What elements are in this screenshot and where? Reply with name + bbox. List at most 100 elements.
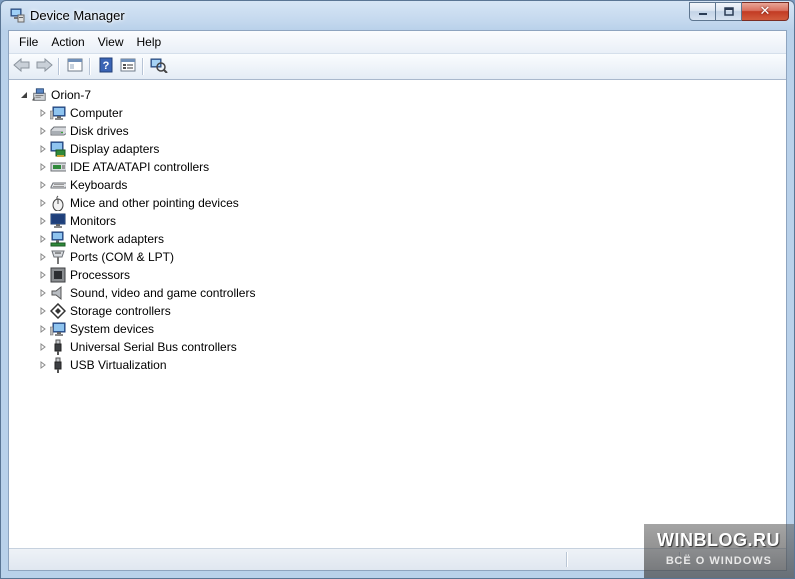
- sound-icon: [50, 285, 66, 301]
- show-hide-console-tree-button[interactable]: [65, 57, 85, 75]
- forward-button[interactable]: [34, 57, 54, 75]
- tree-node-label: USB Virtualization: [70, 358, 167, 372]
- system-devices-icon: [50, 321, 66, 337]
- tree-node-network-adapters[interactable]: Network adapters: [38, 230, 164, 248]
- tree-node-label: Mice and other pointing devices: [70, 196, 239, 210]
- tree-node-label: Universal Serial Bus controllers: [70, 340, 237, 354]
- expand-triangle-icon[interactable]: [38, 253, 47, 262]
- svg-text:?: ?: [103, 60, 110, 72]
- minimize-icon: [698, 5, 708, 19]
- tree-node-label: Disk drives: [70, 124, 129, 138]
- client-area: File Action View Help ? Orion-7 Computer…: [8, 30, 787, 571]
- keyboard-icon: [50, 177, 66, 193]
- tree-node-label: Display adapters: [70, 142, 160, 156]
- tree-node-system-devices[interactable]: System devices: [38, 320, 154, 338]
- scan-hardware-icon: [150, 57, 168, 76]
- toolbar: ?: [9, 54, 786, 80]
- tree-node-label: Keyboards: [70, 178, 128, 192]
- minimize-button[interactable]: [689, 2, 716, 21]
- usb-icon: [50, 339, 66, 355]
- menu-view[interactable]: View: [92, 31, 130, 53]
- ide-controller-icon: [50, 159, 66, 175]
- device-manager-window: Device Manager ✕ File Action View Help ?…: [0, 0, 795, 579]
- tree-node-label: Sound, video and game controllers: [70, 286, 256, 300]
- tree-node-usb-controllers[interactable]: Universal Serial Bus controllers: [38, 338, 237, 356]
- help-button[interactable]: ?: [96, 57, 116, 75]
- disk-drive-icon: [50, 123, 66, 139]
- maximize-icon: [723, 5, 734, 19]
- tree-node-display-adapters[interactable]: Display adapters: [38, 140, 159, 158]
- back-button[interactable]: [12, 57, 32, 75]
- expand-triangle-icon[interactable]: [38, 109, 47, 118]
- expand-triangle-icon[interactable]: [38, 199, 47, 208]
- back-arrow-icon: [13, 57, 31, 75]
- expand-triangle-icon[interactable]: [38, 361, 47, 370]
- menu-help[interactable]: Help: [131, 31, 168, 53]
- expand-triangle-icon[interactable]: [38, 325, 47, 334]
- status-separator: [566, 552, 568, 567]
- expand-triangle-icon[interactable]: [38, 271, 47, 280]
- collapse-triangle-icon[interactable]: [19, 91, 28, 100]
- expand-triangle-icon[interactable]: [38, 235, 47, 244]
- help-icon: ?: [99, 57, 113, 76]
- title-bar[interactable]: Device Manager ✕: [1, 1, 794, 30]
- expand-triangle-icon[interactable]: [38, 217, 47, 226]
- toolbar-separator: [89, 58, 91, 75]
- display-adapter-icon: [50, 141, 66, 157]
- expand-triangle-icon[interactable]: [38, 343, 47, 352]
- menu-file[interactable]: File: [13, 31, 44, 53]
- tree-node-monitors[interactable]: Monitors: [38, 212, 116, 230]
- tree-node-mice[interactable]: Mice and other pointing devices: [38, 194, 239, 212]
- processor-icon: [50, 267, 66, 283]
- tree-root-label: Orion-7: [51, 88, 92, 102]
- tree-node-ports[interactable]: Ports (COM & LPT): [38, 248, 174, 266]
- forward-arrow-icon: [35, 57, 53, 75]
- usb-icon: [50, 357, 66, 373]
- tree-node-ide-controllers[interactable]: IDE ATA/ATAPI controllers: [38, 158, 209, 176]
- storage-controller-icon: [50, 303, 66, 319]
- port-icon: [50, 249, 66, 265]
- close-button[interactable]: ✕: [742, 2, 789, 21]
- caption-buttons: ✕: [689, 2, 789, 22]
- network-adapter-icon: [50, 231, 66, 247]
- menu-action[interactable]: Action: [45, 31, 90, 53]
- window-title: Device Manager: [30, 8, 125, 23]
- toolbar-separator: [142, 58, 144, 75]
- properties-icon: [120, 58, 136, 75]
- computer-icon: [50, 105, 66, 121]
- properties-button[interactable]: [118, 57, 138, 75]
- tree-node-sound[interactable]: Sound, video and game controllers: [38, 284, 255, 302]
- tree-node-label: Monitors: [70, 214, 117, 228]
- expand-triangle-icon[interactable]: [38, 163, 47, 172]
- maximize-button[interactable]: [716, 2, 742, 21]
- expand-triangle-icon[interactable]: [38, 145, 47, 154]
- menu-bar: File Action View Help: [9, 31, 786, 54]
- expand-triangle-icon[interactable]: [38, 181, 47, 190]
- watermark-title: WINBLOG.RU: [657, 530, 780, 550]
- tree-node-storage-controllers[interactable]: Storage controllers: [38, 302, 171, 320]
- expand-triangle-icon[interactable]: [38, 307, 47, 316]
- tree-node-label: Network adapters: [70, 232, 165, 246]
- tree-root-node[interactable]: Orion-7: [19, 86, 91, 104]
- computer-root-icon: [31, 87, 47, 103]
- toolbar-separator: [58, 58, 60, 75]
- tree-node-label: IDE ATA/ATAPI controllers: [70, 160, 210, 174]
- tree-node-computer[interactable]: Computer: [38, 104, 123, 122]
- tree-node-keyboards[interactable]: Keyboards: [38, 176, 127, 194]
- console-tree-icon: [67, 58, 83, 75]
- tree-node-usb-virtualization[interactable]: USB Virtualization: [38, 356, 167, 374]
- expand-triangle-icon[interactable]: [38, 289, 47, 298]
- watermark: WINBLOG.RU ВСЁ О WINDOWS: [644, 524, 794, 578]
- tree-node-disk-drives[interactable]: Disk drives: [38, 122, 129, 140]
- tree-node-processors[interactable]: Processors: [38, 266, 130, 284]
- device-manager-icon: [9, 7, 25, 23]
- tree-node-label: Ports (COM & LPT): [70, 250, 175, 264]
- watermark-subtitle: ВСЁ О WINDOWS: [665, 555, 772, 567]
- mouse-icon: [50, 195, 66, 211]
- monitor-icon: [50, 213, 66, 229]
- scan-hardware-button[interactable]: [149, 57, 169, 75]
- tree-node-label: System devices: [70, 322, 155, 336]
- expand-triangle-icon[interactable]: [38, 127, 47, 136]
- tree-node-label: Storage controllers: [70, 304, 171, 318]
- device-tree[interactable]: Orion-7 Computer Disk drives Display ada…: [9, 80, 786, 548]
